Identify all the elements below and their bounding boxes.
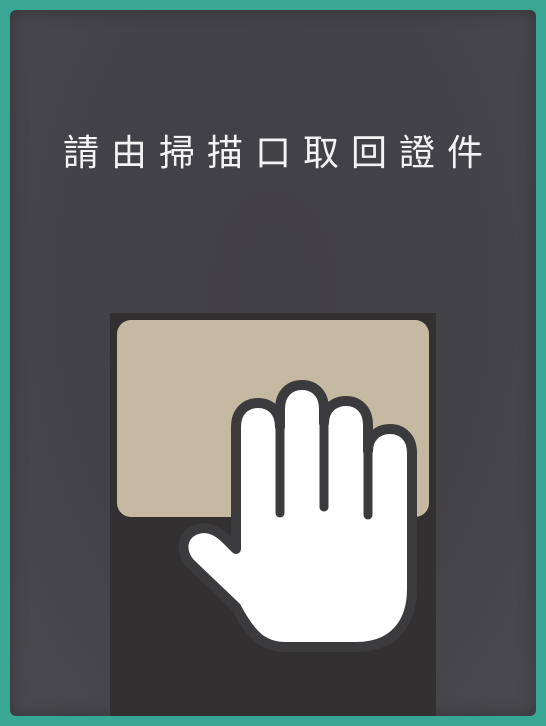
device-frame: 請由掃描口取回證件 (0, 0, 546, 726)
instruction-text: 請由掃描口取回證件 (62, 133, 495, 174)
document-scanner (110, 313, 436, 716)
hand-icon (178, 380, 417, 652)
kiosk-screen: 請由掃描口取回證件 (10, 10, 536, 716)
